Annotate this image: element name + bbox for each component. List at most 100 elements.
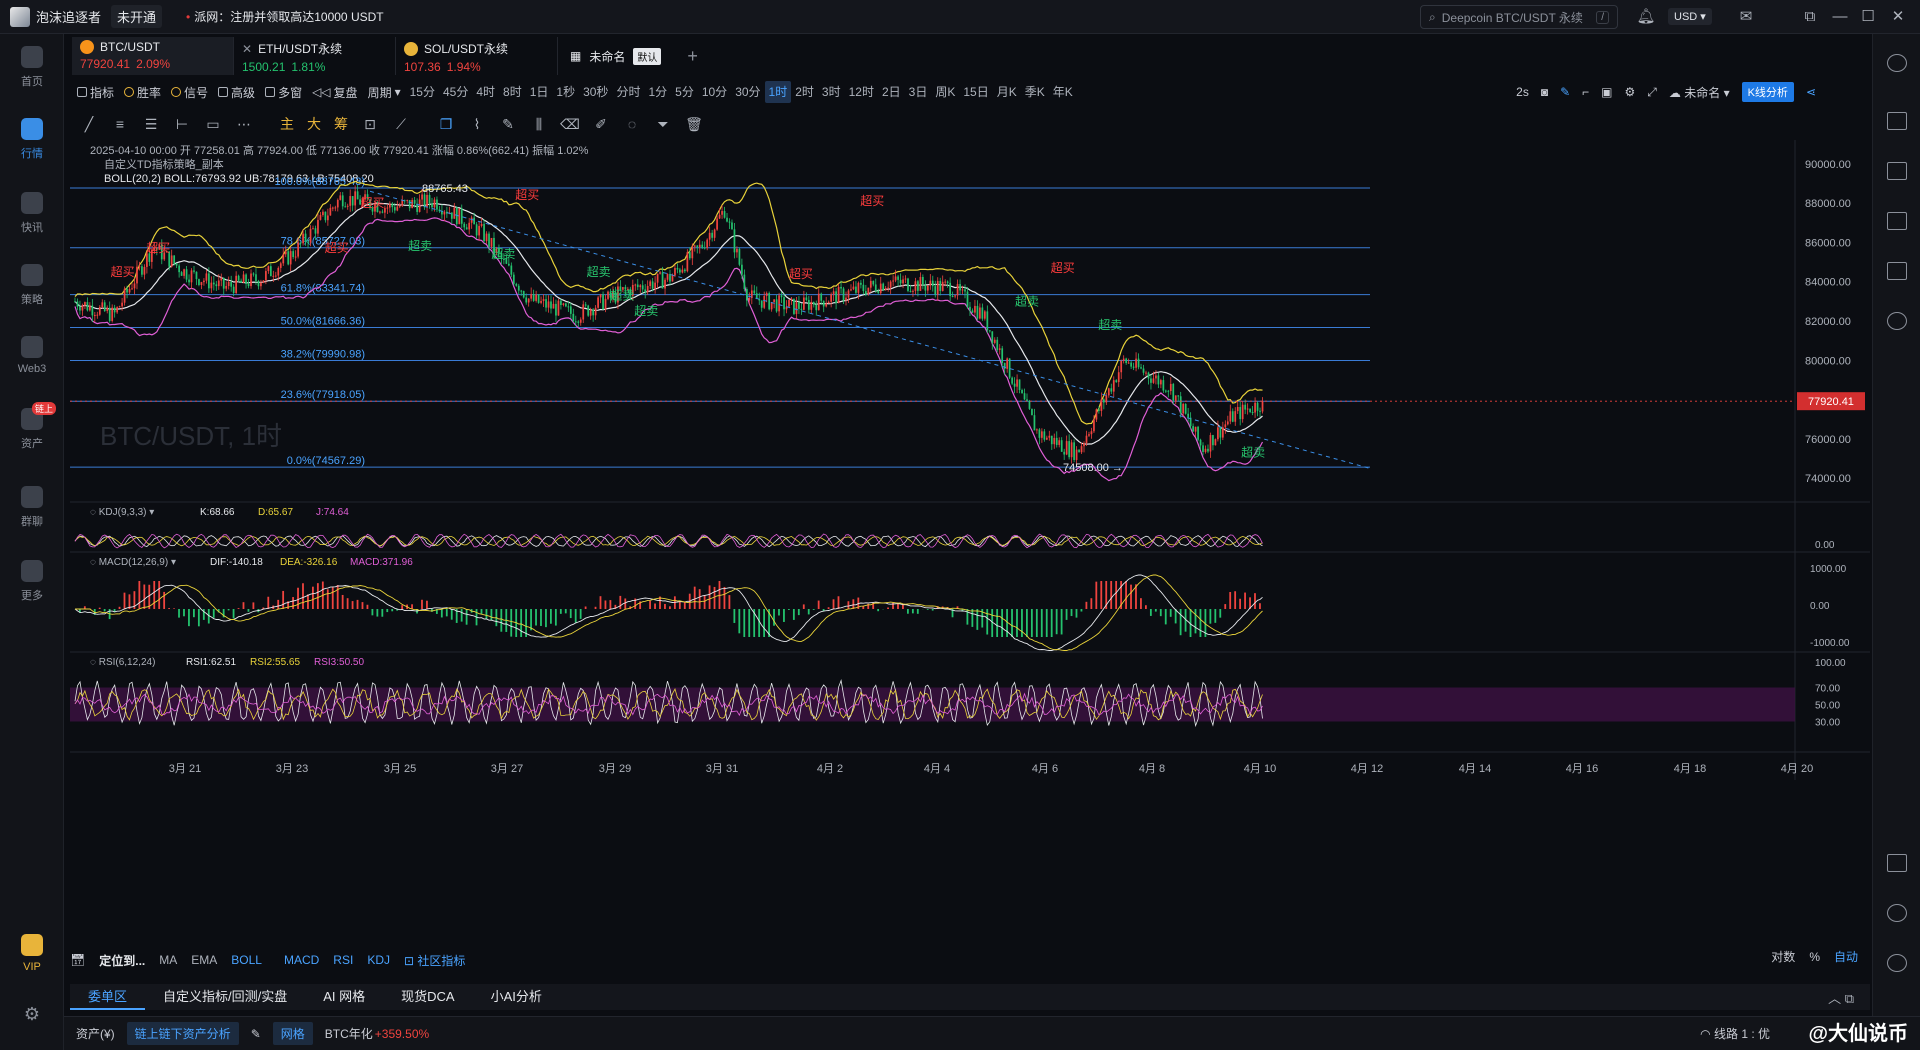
edit-icon[interactable]: ✎ (251, 1027, 261, 1041)
line-tool-icon[interactable]: ╱ (80, 115, 98, 133)
assistant-icon[interactable] (1887, 954, 1907, 972)
ma-link[interactable]: MA (159, 953, 177, 967)
panel-tab-4[interactable]: 小AI分析 (473, 984, 560, 1010)
timeframe-0[interactable]: 15分 (406, 81, 439, 103)
brush-icon[interactable]: ⌇ (468, 115, 486, 133)
currency-select[interactable]: USD ▾ (1668, 8, 1712, 25)
maximize-icon[interactable]: ☐ (1858, 7, 1878, 27)
logo-mini-icon[interactable] (1887, 54, 1907, 72)
nav-news[interactable]: 快讯 (0, 192, 64, 235)
compass-icon[interactable] (1887, 312, 1907, 330)
nav-more[interactable]: 更多 (0, 560, 64, 603)
nav-web3[interactable]: Web3 (0, 336, 64, 375)
auto-scale-toggle[interactable]: 自动 (1834, 948, 1858, 965)
filter-icon[interactable]: ⏷ (654, 115, 672, 133)
timeframe-13[interactable]: 2时 (791, 81, 818, 103)
ray-tool-icon[interactable]: ⊢ (173, 115, 191, 133)
depth-icon[interactable] (1887, 212, 1907, 230)
indicator-button[interactable]: 指标 (72, 81, 119, 103)
delete-icon[interactable]: 🗑︎ (685, 115, 703, 133)
copy-icon[interactable]: ❐ (437, 115, 455, 133)
pen-icon[interactable]: ✎ (1560, 85, 1570, 99)
settings-icon[interactable]: ⚙ (1625, 85, 1636, 99)
asset-label[interactable]: 资产(¥) (76, 1025, 115, 1042)
minimize-icon[interactable]: — (1830, 7, 1850, 27)
timeframe-1[interactable]: 45分 (439, 81, 472, 103)
nav-home[interactable]: 首页 (0, 46, 64, 89)
lasso-icon[interactable]: ◌ (623, 115, 641, 133)
app-logo[interactable]: 泡沫追逐者 未开通 (0, 0, 172, 34)
timeframe-9[interactable]: 5分 (671, 81, 698, 103)
timeframe-20[interactable]: 月K (993, 81, 1021, 103)
save-icon[interactable]: ▣ (1601, 85, 1612, 99)
macd-link[interactable]: MACD (284, 953, 319, 967)
hline-tool-icon[interactable]: ≡ (111, 115, 129, 133)
fullscreen-icon[interactable]: ⤢ (1647, 85, 1657, 100)
kdj-link[interactable]: KDJ (367, 953, 390, 967)
signal-button[interactable]: 信号 (166, 81, 213, 103)
tab-btc-usdt[interactable]: BTC/USDT 77920.41 2.09% (72, 37, 234, 75)
calc-icon[interactable] (1887, 262, 1907, 280)
rsi-link[interactable]: RSI (333, 953, 353, 967)
mail-icon[interactable]: ✉ (1736, 7, 1756, 27)
rect-tool-icon[interactable]: ▭ (204, 115, 222, 133)
panel-controls-icon[interactable]: ︿ ⧉ (1828, 988, 1870, 1007)
panel-tab-3[interactable]: 现货DCA (383, 984, 472, 1010)
add-tab-button[interactable]: + (673, 37, 712, 75)
timeframe-22[interactable]: 年K (1049, 81, 1077, 103)
crop-icon[interactable]: ⌐ (1582, 85, 1589, 99)
panel-tab-2[interactable]: AI 网格 (305, 984, 383, 1010)
chart-area[interactable]: 90000.00 88000.00 86000.00 84000.00 82000.00… (70, 140, 1870, 940)
bars-icon[interactable]: ⫼ (530, 115, 548, 133)
note-icon[interactable]: ✐ (592, 115, 610, 133)
timeframe-2[interactable]: 4时 (472, 81, 499, 103)
tab-sol-usdt[interactable]: SOL/USDT永续 107.36 1.94% (396, 37, 558, 75)
nav-vip[interactable]: VIP (0, 934, 64, 973)
settings-gear-icon[interactable]: ⚙ (0, 1004, 64, 1025)
popout-icon[interactable]: ⧉ (1800, 7, 1820, 27)
main-tool[interactable]: 主 (280, 114, 294, 134)
timeframe-6[interactable]: 30秒 (579, 81, 612, 103)
workspace-tab[interactable]: ▦ 未命名 默认 (558, 37, 673, 75)
timeframe-21[interactable]: 季K (1021, 81, 1049, 103)
tab-eth-usdt[interactable]: ✕ ETH/USDT永续 1500.21 1.81% (234, 37, 396, 75)
list-icon[interactable] (1887, 162, 1907, 180)
timeframe-3[interactable]: 8时 (499, 81, 526, 103)
nav-market[interactable]: 行情 (0, 118, 64, 161)
grid-chip[interactable]: 网格 (272, 1022, 313, 1045)
bell-icon[interactable]: 🔔︎ (1636, 7, 1656, 27)
replay-button[interactable]: ◁◁ 复盘 (307, 81, 362, 103)
chip-tool[interactable]: 筹 (334, 114, 348, 134)
timeframe-18[interactable]: 周K (931, 81, 959, 103)
nav-strategy[interactable]: 策略 (0, 264, 64, 307)
orderbook-icon[interactable] (1887, 112, 1907, 130)
timeframe-11[interactable]: 30分 (731, 81, 764, 103)
big-tool[interactable]: 大 (307, 114, 321, 134)
boll-link[interactable]: BOLL (231, 953, 262, 967)
nav-chat[interactable]: 群聊 (0, 486, 64, 529)
multi-window-button[interactable]: 多窗 (260, 81, 307, 103)
timeframe-19[interactable]: 15日 (959, 81, 992, 103)
panel-tab-1[interactable]: 自定义指标/回测/实盘 (145, 984, 305, 1010)
measure-icon[interactable]: ⟋ (392, 115, 410, 133)
chain-analysis-button[interactable]: 链上链下资产分析 (126, 1022, 239, 1045)
trash-small-icon[interactable]: ⌫ (560, 115, 580, 133)
close-icon[interactable]: ✕ (1888, 7, 1908, 27)
community-indicator-link[interactable]: ⊡ 社区指标 (404, 952, 465, 969)
timeframe-16[interactable]: 2日 (878, 81, 905, 103)
percent-scale-toggle[interactable]: % (1809, 950, 1820, 964)
kline-analysis-button[interactable]: K线分析 (1741, 82, 1794, 102)
timeframe-4[interactable]: 1日 (526, 81, 553, 103)
timeframe-8[interactable]: 1分 (644, 81, 671, 103)
locate-button[interactable]: 定位到... (99, 952, 145, 969)
refresh-interval[interactable]: 2s (1516, 85, 1529, 99)
locate-icon[interactable]: 📅︎ (70, 953, 85, 967)
camera-icon[interactable]: ◙ (1541, 85, 1548, 99)
ema-link[interactable]: EMA (191, 953, 217, 967)
advanced-button[interactable]: 高级 (213, 81, 260, 103)
timeframe-17[interactable]: 3日 (905, 81, 932, 103)
search-input[interactable]: ⌕ Deepcoin BTC/USDT 永续 / (1420, 5, 1618, 29)
panel-tab-0[interactable]: 委单区 (70, 984, 146, 1010)
timeframe-5[interactable]: 1秒 (552, 81, 579, 103)
channel-tool-icon[interactable]: ☰ (142, 115, 160, 133)
